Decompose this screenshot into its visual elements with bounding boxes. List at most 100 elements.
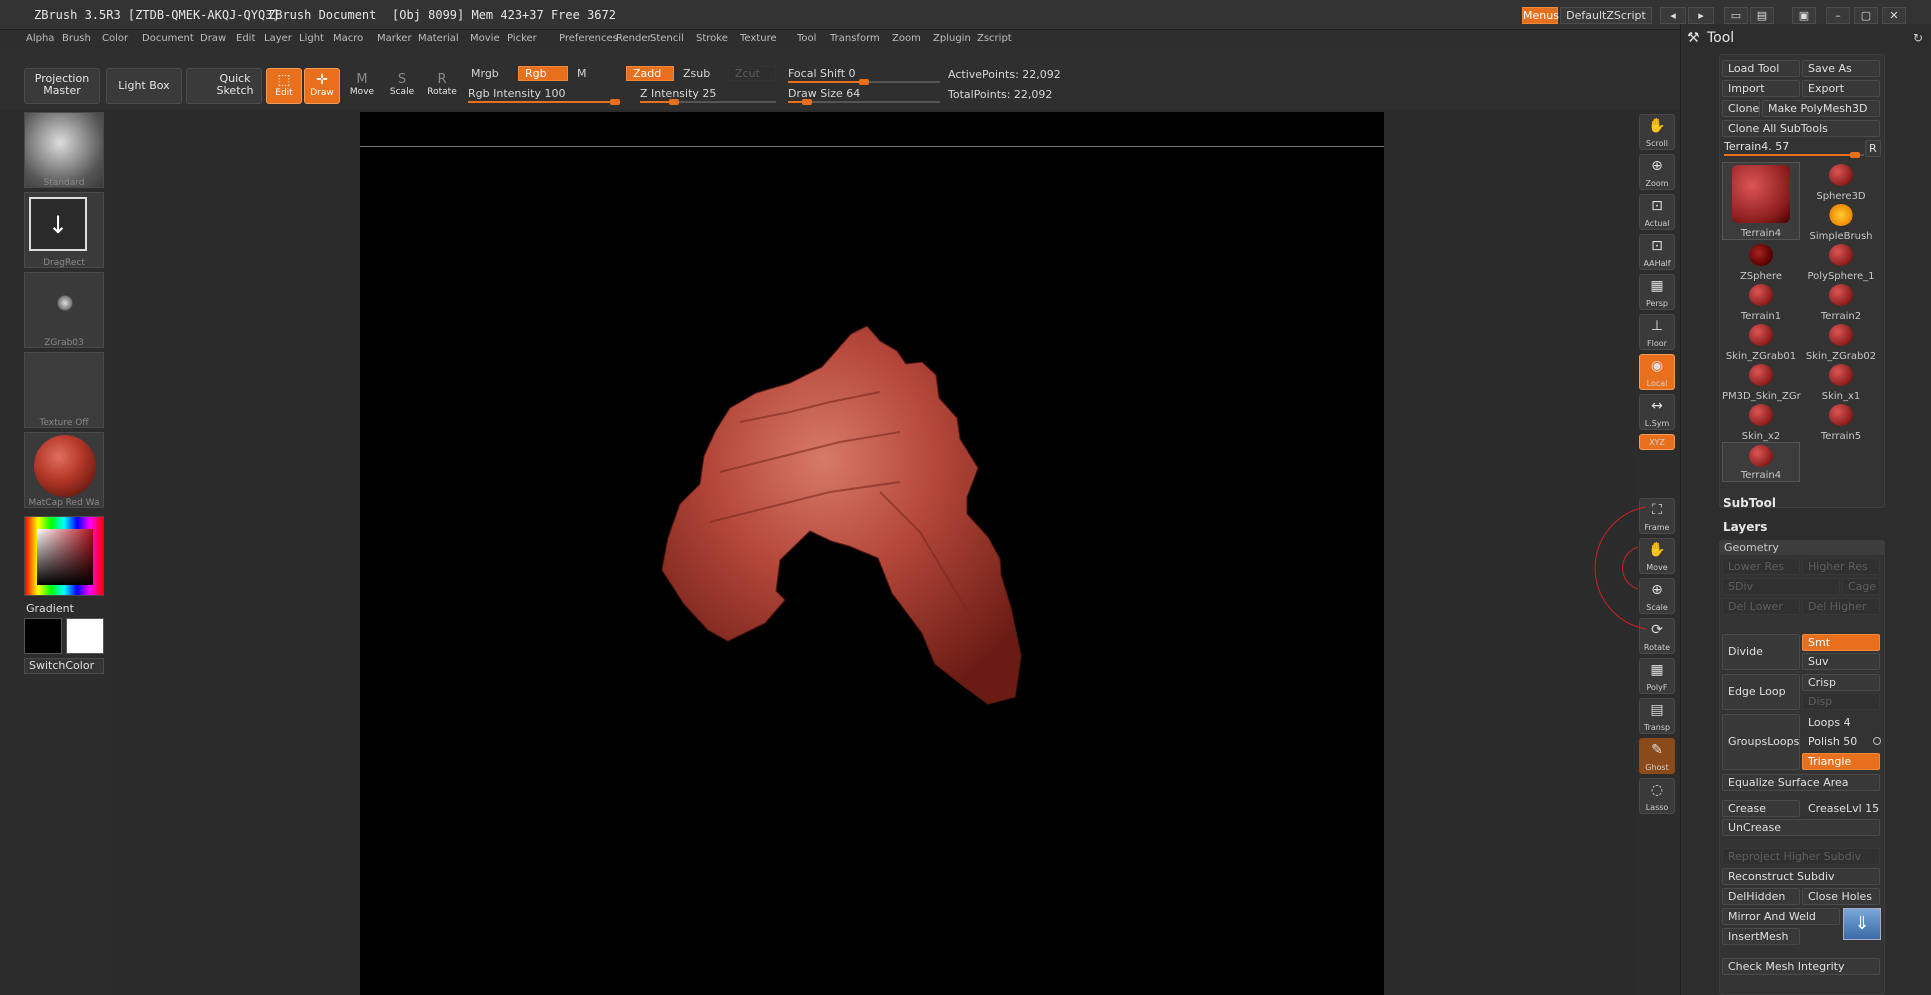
mirror-and-weld-button[interactable]: Mirror And Weld <box>1722 908 1840 925</box>
tool-item[interactable]: Terrain4 <box>1722 162 1800 240</box>
menu-transform[interactable]: Transform <box>830 33 880 44</box>
menu-zscript[interactable]: Zscript <box>977 33 1012 44</box>
shelf-scroll-button[interactable]: ✋ Scroll <box>1639 114 1675 150</box>
menu-render[interactable]: Render <box>616 33 652 44</box>
edge-loop-button[interactable]: Edge Loop <box>1722 674 1800 710</box>
tool-item[interactable]: Terrain4 <box>1722 442 1800 482</box>
menu-marker[interactable]: Marker <box>377 33 412 44</box>
shelf-transp-button[interactable]: ▤ Transp <box>1639 698 1675 734</box>
lower-res-button[interactable]: Lower Res <box>1722 558 1800 575</box>
tool-item[interactable]: Skin_ZGrab02 <box>1802 322 1880 362</box>
del-higher-button[interactable]: Del Higher <box>1802 598 1880 615</box>
lock-icon[interactable]: ▣ <box>1792 7 1816 24</box>
menu-tool[interactable]: Tool <box>797 33 816 44</box>
menu-edit[interactable]: Edit <box>236 33 255 44</box>
menus-button[interactable]: Menus <box>1522 7 1559 24</box>
save-as-button[interactable]: Save As <box>1802 60 1880 77</box>
layout-icon[interactable]: ▭ <box>1724 7 1748 24</box>
geometry-header[interactable]: Geometry <box>1720 541 1884 555</box>
layout2-icon[interactable]: ▤ <box>1750 7 1774 24</box>
subtool-header[interactable]: SubTool <box>1723 496 1776 510</box>
shelf-lasso-button[interactable]: ◌ Lasso <box>1639 778 1675 814</box>
triangle-toggle[interactable]: Triangle <box>1802 753 1880 770</box>
current-tool-knob[interactable] <box>1850 152 1860 158</box>
focal-shift-slider[interactable] <box>788 79 940 85</box>
alpha-thumbnail[interactable] <box>24 272 104 348</box>
zscript-button[interactable]: DefaultZScript <box>1560 7 1652 24</box>
polish-slider[interactable]: Polish 50 <box>1802 733 1880 750</box>
material-thumbnail[interactable] <box>24 432 104 508</box>
mrgb-button[interactable]: Mrgb <box>464 66 514 81</box>
menu-layer[interactable]: Layer <box>264 33 292 44</box>
polish-circle-icon[interactable] <box>1873 737 1881 745</box>
r-button[interactable]: R <box>1865 140 1881 157</box>
brush-thumbnail[interactable] <box>24 112 104 188</box>
zsub-button[interactable]: Zsub <box>676 66 724 81</box>
document-canvas[interactable] <box>360 112 1384 995</box>
menu-light[interactable]: Light <box>299 33 324 44</box>
tool-item[interactable]: PM3D_Skin_ZGr <box>1722 362 1801 402</box>
shelf-aahalf-button[interactable]: ⊡ AAHalf <box>1639 234 1675 270</box>
scroll-right-icon[interactable]: ▸ <box>1688 7 1714 24</box>
reproject-higher-subdiv-button[interactable]: Reproject Higher Subdiv <box>1722 848 1880 865</box>
menu-texture[interactable]: Texture <box>740 33 777 44</box>
minimize-icon[interactable]: – <box>1826 7 1850 24</box>
tool-item[interactable]: Terrain5 <box>1802 402 1880 442</box>
texture-thumbnail[interactable] <box>24 352 104 428</box>
clone-button[interactable]: Clone <box>1722 100 1760 117</box>
close-icon[interactable]: ✕ <box>1882 7 1906 24</box>
sdiv-slider[interactable]: SDiv <box>1722 578 1840 595</box>
export-button[interactable]: Export <box>1802 80 1880 97</box>
del-lower-button[interactable]: Del Lower <box>1722 598 1800 615</box>
m-button[interactable]: M <box>570 66 620 81</box>
rgb-intensity-knob[interactable] <box>610 99 620 105</box>
check-mesh-integrity-button[interactable]: Check Mesh Integrity <box>1722 958 1880 975</box>
disp-slider[interactable]: Disp <box>1802 693 1880 710</box>
tool-item[interactable]: Sphere3D <box>1802 162 1880 202</box>
shelf-xyz-button[interactable]: XYZ <box>1639 434 1675 450</box>
close-holes-button[interactable]: Close Holes <box>1802 888 1880 905</box>
rotate-button[interactable]: R Rotate <box>426 68 458 104</box>
menu-stencil[interactable]: Stencil <box>650 33 684 44</box>
shelf-local-button[interactable]: ◉ Local <box>1639 354 1675 390</box>
menu-stroke[interactable]: Stroke <box>696 33 728 44</box>
move-button[interactable]: M Move <box>346 68 378 104</box>
shelf-ghost-button[interactable]: ✎ Ghost <box>1639 738 1675 774</box>
import-button[interactable]: Import <box>1722 80 1800 97</box>
shelf-zoom-button[interactable]: ⊕ Zoom <box>1639 154 1675 190</box>
menu-picker[interactable]: Picker <box>507 33 537 44</box>
crisp-toggle[interactable]: Crisp <box>1802 674 1880 691</box>
make-polymesh-button[interactable]: Make PolyMesh3D <box>1762 100 1880 117</box>
creaselvl-slider[interactable]: CreaseLvl 15 <box>1802 800 1880 817</box>
shelf-polyf-button[interactable]: ▦ PolyF <box>1639 658 1675 694</box>
scroll-left-icon[interactable]: ◂ <box>1660 7 1686 24</box>
rgb-button[interactable]: Rgb <box>518 66 568 81</box>
divide-button[interactable]: Divide <box>1722 634 1800 670</box>
z-intensity-slider[interactable] <box>640 99 776 105</box>
light-box-button[interactable]: Light Box <box>106 68 182 104</box>
current-tool-slider[interactable] <box>1724 152 1864 158</box>
download-arrow-icon[interactable]: ⇓ <box>1843 908 1881 940</box>
projection-master-button[interactable]: Projection Master <box>24 68 100 104</box>
crease-button[interactable]: Crease <box>1722 800 1800 817</box>
scale-button[interactable]: S Scale <box>386 68 418 104</box>
menu-draw[interactable]: Draw <box>200 33 226 44</box>
shelf-persp-button[interactable]: ▦ Persp <box>1639 274 1675 310</box>
tool-item[interactable]: Terrain1 <box>1722 282 1800 322</box>
menu-brush[interactable]: Brush <box>62 33 91 44</box>
gradient-label[interactable]: Gradient <box>26 602 74 615</box>
stroke-thumbnail[interactable]: ↓ <box>24 192 104 268</box>
tool-item[interactable]: ZSphere <box>1722 242 1800 282</box>
color-picker[interactable] <box>24 516 104 596</box>
draw-button[interactable]: ✛ Draw <box>304 68 340 104</box>
menu-macro[interactable]: Macro <box>333 33 363 44</box>
menu-zoom[interactable]: Zoom <box>892 33 921 44</box>
z-intensity-knob[interactable] <box>669 99 679 105</box>
clone-all-subtools-button[interactable]: Clone All SubTools <box>1722 120 1880 137</box>
higher-res-button[interactable]: Higher Res <box>1802 558 1880 575</box>
menu-color[interactable]: Color <box>102 33 128 44</box>
reconstruct-subdiv-button[interactable]: Reconstruct Subdiv <box>1722 868 1880 885</box>
tool-item[interactable]: SimpleBrush <box>1802 202 1880 242</box>
menu-document[interactable]: Document <box>142 33 194 44</box>
delhidden-button[interactable]: DelHidden <box>1722 888 1800 905</box>
